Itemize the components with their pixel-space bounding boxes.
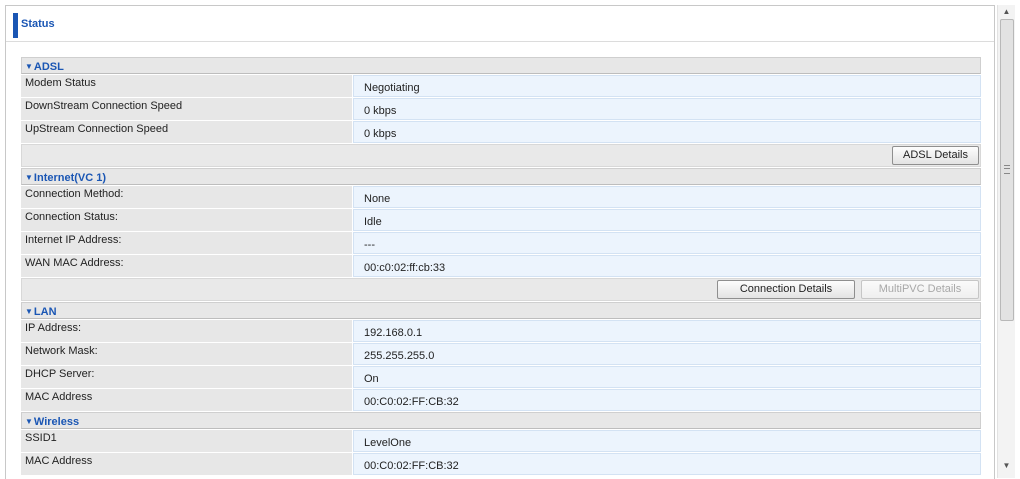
title-bar: Status [6, 6, 994, 42]
row-label: Modem Status [21, 75, 352, 97]
row-label: Internet IP Address: [21, 232, 352, 254]
row-value: Idle [353, 209, 981, 231]
row-label: UpStream Connection Speed [21, 121, 352, 143]
row-value: Negotiating [353, 75, 981, 97]
triangle-down-icon: ▼ [25, 417, 33, 426]
row-value: 00:C0:02:FF:CB:32 [353, 389, 981, 411]
section-header-lan[interactable]: ▼LAN [21, 302, 981, 319]
status-content: ▼ADSL Modem Status Negotiating DownStrea… [21, 56, 981, 475]
row-label: MAC Address [21, 453, 352, 475]
table-row: Internet IP Address: --- [21, 232, 981, 254]
multipvc-details-button[interactable]: MultiPVC Details [861, 280, 979, 299]
row-label: IP Address: [21, 320, 352, 342]
adsl-details-button[interactable]: ADSL Details [891, 146, 979, 165]
table-row: Modem Status Negotiating [21, 75, 981, 97]
scrollbar-thumb[interactable] [1000, 19, 1014, 321]
row-value: 00:c0:02:ff:cb:33 [353, 255, 981, 277]
row-label: Network Mask: [21, 343, 352, 365]
row-label: DHCP Server: [21, 366, 352, 388]
grip-icon [1004, 165, 1010, 174]
row-value: 255.255.255.0 [353, 343, 981, 365]
table-row: MAC Address 00:C0:02:FF:CB:32 [21, 453, 981, 475]
table-row: Connection Status: Idle [21, 209, 981, 231]
triangle-down-icon: ▼ [25, 173, 33, 182]
row-label: Connection Method: [21, 186, 352, 208]
arrow-up-icon[interactable]: ▲ [998, 5, 1015, 19]
status-panel: Status ▼ADSL Modem Status Negotiating Do… [5, 5, 995, 479]
table-row: Connection Method: None [21, 186, 981, 208]
vertical-scrollbar[interactable]: ▲ ▼ [997, 5, 1015, 478]
row-value: 0 kbps [353, 98, 981, 120]
table-row: Network Mask: 255.255.255.0 [21, 343, 981, 365]
page-title: Status [21, 18, 55, 30]
row-label: Connection Status: [21, 209, 352, 231]
section-title-internet: Internet(VC 1) [33, 172, 107, 184]
table-row: WAN MAC Address: 00:c0:02:ff:cb:33 [21, 255, 981, 277]
triangle-down-icon: ▼ [25, 62, 33, 71]
table-row: DownStream Connection Speed 0 kbps [21, 98, 981, 120]
title-accent-bar [13, 13, 18, 38]
table-row: DHCP Server: On [21, 366, 981, 388]
table-row: IP Address: 192.168.0.1 [21, 320, 981, 342]
table-row: MAC Address 00:C0:02:FF:CB:32 [21, 389, 981, 411]
row-label: WAN MAC Address: [21, 255, 352, 277]
triangle-down-icon: ▼ [25, 307, 33, 316]
row-value: None [353, 186, 981, 208]
arrow-down-icon[interactable]: ▼ [998, 459, 1015, 473]
row-label: SSID1 [21, 430, 352, 452]
row-value: 0 kbps [353, 121, 981, 143]
adsl-button-row: ADSL Details [21, 144, 981, 167]
row-value: LevelOne [353, 430, 981, 452]
internet-button-row: Connection Details MultiPVC Details [21, 278, 981, 301]
row-label: DownStream Connection Speed [21, 98, 352, 120]
section-title-lan: LAN [33, 306, 57, 318]
row-value: 00:C0:02:FF:CB:32 [353, 453, 981, 475]
row-value: On [353, 366, 981, 388]
section-header-wireless[interactable]: ▼Wireless [21, 412, 981, 429]
row-value: 192.168.0.1 [353, 320, 981, 342]
table-row: SSID1 LevelOne [21, 430, 981, 452]
section-title-wireless: Wireless [33, 416, 80, 428]
connection-details-button[interactable]: Connection Details [717, 280, 855, 299]
row-label: MAC Address [21, 389, 352, 411]
row-value: --- [353, 232, 981, 254]
section-header-internet[interactable]: ▼Internet(VC 1) [21, 168, 981, 185]
table-row: UpStream Connection Speed 0 kbps [21, 121, 981, 143]
section-title-adsl: ADSL [33, 61, 64, 73]
section-header-adsl[interactable]: ▼ADSL [21, 57, 981, 74]
